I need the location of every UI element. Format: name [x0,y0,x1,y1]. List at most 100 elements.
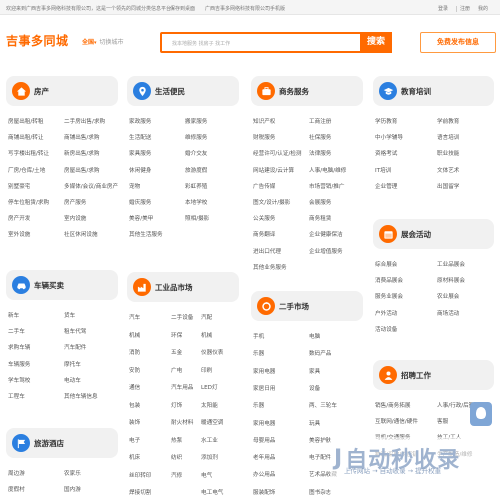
category-header[interactable]: 招聘工作 [373,360,494,390]
category-link[interactable]: 市场营销/推广 [309,182,344,190]
category-header[interactable]: 房产 [6,76,118,106]
category-link[interactable]: 企业管理 [375,182,397,190]
category-link[interactable]: 两、三轮车 [309,401,337,409]
category-link[interactable]: 周边游 [8,469,25,477]
category-link[interactable]: 家政服务 [129,117,151,125]
city-selector[interactable]: 全国▾ 切换城市 [82,37,124,46]
category-link[interactable]: 停车位租赁/求购 [8,198,49,206]
category-link[interactable]: 写字楼出租/转让 [8,149,49,157]
category-link[interactable]: 汽车用品 [171,383,193,391]
category-link[interactable]: 安防 [129,366,140,374]
category-link[interactable]: 学历教育 [375,117,397,125]
category-link[interactable]: 暖通空调 [201,418,223,426]
category-link[interactable]: 文体艺术 [437,166,459,174]
category-link[interactable]: 本地学校 [185,198,207,206]
category-link[interactable]: 新车 [8,311,19,319]
category-link[interactable]: 广电 [171,366,182,374]
category-link[interactable]: 设备 [309,384,320,392]
category-link[interactable]: 机床 [129,453,140,461]
category-link[interactable]: 知识产权 [253,117,275,125]
my-link[interactable]: 我的 [478,6,488,12]
category-link[interactable]: LED灯 [201,383,218,391]
category-link[interactable]: 企业健康保洁 [309,230,343,238]
category-link[interactable]: 农业展会 [437,292,459,300]
category-link[interactable]: 印刷 [201,366,212,374]
category-title[interactable]: 旅游酒店 [34,438,64,449]
category-link[interactable]: 语言培训 [437,133,459,141]
category-header[interactable]: 展会活动 [373,219,494,249]
category-title[interactable]: 房产 [34,86,49,97]
category-link[interactable]: 职业技能 [437,149,459,157]
category-link[interactable]: 房屋出租/转租 [8,117,43,125]
category-link[interactable]: 资格考试 [375,149,397,157]
category-link[interactable]: 商场活动 [437,309,459,317]
category-link[interactable]: 国内游 [64,485,81,493]
site-logo[interactable]: 吉事多同城 [6,32,69,49]
category-link[interactable]: 仪器仪表 [201,348,223,356]
category-link[interactable]: 综合展会 [375,260,397,268]
category-link[interactable]: 机械 [129,331,140,339]
category-link[interactable]: 别墅豪宅 [8,182,30,190]
category-title[interactable]: 工业品市场 [155,282,193,293]
category-header[interactable]: 工业品市场 [127,272,239,302]
category-link[interactable]: 汽配 [201,313,212,321]
category-link[interactable]: 手机 [253,332,264,340]
category-link[interactable]: 法律服务 [309,149,331,157]
category-link[interactable]: 企业增值服务 [309,247,343,255]
category-link[interactable]: 乐器 [253,401,264,409]
category-link[interactable]: 数码产品 [309,349,331,357]
category-link[interactable]: 农家乐 [64,469,81,477]
category-link[interactable]: 电气 [201,471,212,479]
category-link[interactable]: 生活配送 [129,133,151,141]
category-link[interactable]: 办公用品 [253,470,275,478]
category-link[interactable]: 水工业 [201,436,218,444]
category-link[interactable]: 旅游度假 [185,166,207,174]
category-link[interactable]: 五金 [171,348,182,356]
category-link[interactable]: 纺织 [171,453,182,461]
category-link[interactable]: 老年用品 [253,453,275,461]
category-link[interactable]: 母婴用品 [253,436,275,444]
category-link[interactable]: 商铺出租/转让 [8,133,43,141]
category-link[interactable]: 互联网/通信/硬件 [375,417,418,425]
category-link[interactable]: 出国留学 [437,182,459,190]
search-button[interactable]: 搜索 [360,32,392,53]
category-link[interactable]: 其他生活服务 [129,230,163,238]
category-title[interactable]: 商务服务 [279,86,309,97]
category-link[interactable]: 其他车辆信息 [64,392,98,400]
category-link[interactable]: 耐火材料 [171,418,193,426]
category-link[interactable]: 活动设备 [375,325,397,333]
category-link[interactable]: 美容/美甲 [129,214,153,222]
category-header[interactable]: 商务服务 [251,76,363,106]
category-link[interactable]: 户外活动 [375,309,397,317]
category-link[interactable]: 电子 [129,436,140,444]
category-link[interactable]: 厂房/仓库/土地 [8,166,45,174]
category-link[interactable]: 学车驾校 [8,376,30,384]
category-link[interactable]: 人事/电脑/维修 [309,166,346,174]
category-link[interactable]: 商务租赁 [309,214,331,222]
category-link[interactable]: 环保 [171,331,182,339]
category-header[interactable]: 车辆买卖 [6,270,118,300]
category-link[interactable]: 二手设备 [171,313,193,321]
category-link[interactable]: 人事/行政/后勤 [437,401,474,409]
category-link[interactable]: 房产服务 [64,198,86,206]
category-link[interactable]: 工程车 [8,392,25,400]
category-link[interactable]: 机械 [201,331,212,339]
category-link[interactable]: 二手房出售/求购 [64,117,105,125]
category-link[interactable]: 通信 [129,383,140,391]
current-city[interactable]: 全国 [82,39,94,46]
category-link[interactable]: 宠物 [129,182,140,190]
category-link[interactable]: 汽修 [171,471,182,479]
category-link[interactable]: 电脑 [309,332,320,340]
category-link[interactable]: 求购车辆 [8,343,30,351]
category-link[interactable]: 商铺出售/求购 [64,133,99,141]
category-link[interactable]: 货车 [64,311,75,319]
category-link[interactable]: 太阳能 [201,401,218,409]
category-link[interactable]: 工商注册 [309,117,331,125]
category-link[interactable]: 经营许可/认证/检测 [253,149,302,157]
category-link[interactable]: 消防 [129,348,140,356]
category-link[interactable]: 添加剂 [201,453,218,461]
category-link[interactable]: 汽车配件 [64,343,86,351]
category-link[interactable]: 家用电器 [253,367,275,375]
category-link[interactable]: 图文/设计/摄影 [253,198,290,206]
category-link[interactable]: 服装配饰 [253,488,275,496]
